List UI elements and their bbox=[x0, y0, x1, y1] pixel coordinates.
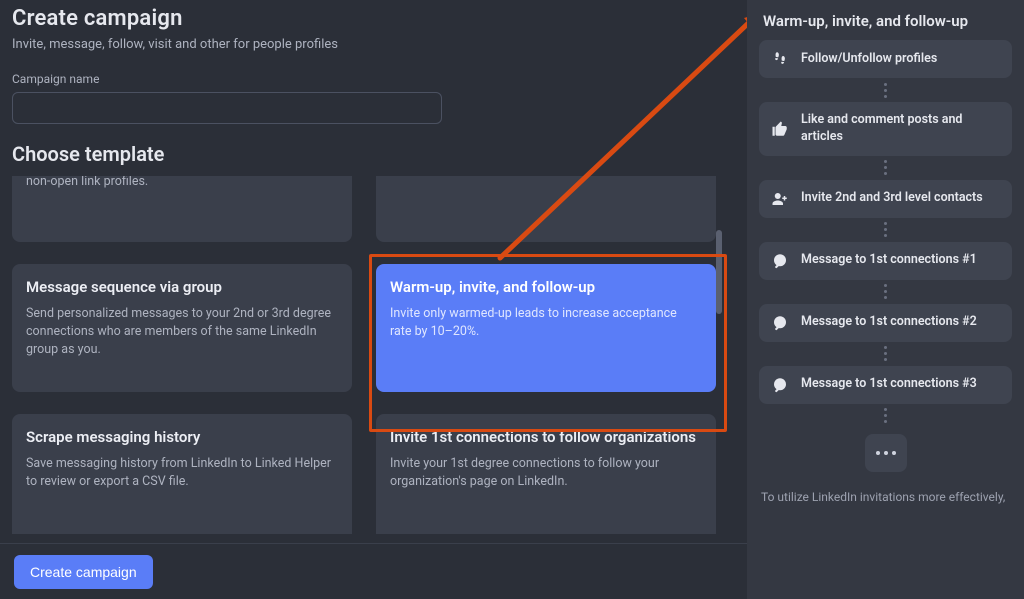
template-title: Invite 1st connections to follow organiz… bbox=[390, 428, 700, 447]
template-title: Warm-up, invite, and follow-up bbox=[390, 278, 700, 297]
workflow-step[interactable]: Invite 2nd and 3rd level contacts bbox=[759, 180, 1012, 218]
chat-icon bbox=[771, 252, 789, 270]
workflow-connector bbox=[759, 280, 1012, 304]
template-card-scrape-messaging-history[interactable]: Scrape messaging history Save messaging … bbox=[12, 414, 352, 534]
choose-template-heading: Choose template bbox=[0, 124, 747, 170]
preview-title: Warm-up, invite, and follow-up bbox=[759, 8, 1016, 40]
template-desc: Invite your 1st degree connections to fo… bbox=[390, 455, 700, 491]
workflow-step[interactable]: Like and comment posts and articles bbox=[759, 102, 1012, 156]
person-add-icon bbox=[771, 190, 789, 208]
workflow-connector bbox=[759, 218, 1012, 242]
workflow-step-label: Message to 1st connections #2 bbox=[801, 314, 977, 331]
templates-scrollbar[interactable] bbox=[716, 180, 722, 520]
campaign-name-input[interactable] bbox=[12, 92, 442, 124]
chat-icon bbox=[771, 376, 789, 394]
template-desc: Invite only warmed-up leads to increase … bbox=[390, 305, 700, 341]
scrollbar-thumb[interactable] bbox=[716, 230, 722, 314]
preview-note: To utilize LinkedIn invitations more eff… bbox=[759, 490, 1012, 504]
footer-bar: Create campaign bbox=[0, 543, 747, 599]
workflow-connector bbox=[759, 78, 1012, 102]
right-panel: Warm-up, invite, and follow-up Follow/Un… bbox=[747, 0, 1024, 599]
workflow-connector bbox=[759, 404, 1012, 428]
workflow-step[interactable]: Follow/Unfollow profiles bbox=[759, 40, 1012, 78]
template-desc: Send personalized messages to your 2nd o… bbox=[26, 305, 336, 359]
workflow-step[interactable]: Message to 1st connections #1 bbox=[759, 242, 1012, 280]
template-desc: Save messaging history from LinkedIn to … bbox=[26, 455, 336, 491]
page-title: Create campaign bbox=[12, 6, 735, 31]
workflow-step[interactable]: Message to 1st connections #3 bbox=[759, 366, 1012, 404]
left-panel: Create campaign Invite, message, follow,… bbox=[0, 0, 747, 599]
workflow-connector bbox=[759, 342, 1012, 366]
campaign-name-label: Campaign name bbox=[0, 72, 747, 86]
workflow-step-label: Like and comment posts and articles bbox=[801, 112, 1000, 146]
template-card[interactable]: page even to people outside your 1st deg… bbox=[376, 176, 716, 242]
template-card-message-sequence-via-group[interactable]: Message sequence via group Send personal… bbox=[12, 264, 352, 392]
template-card-warmup-invite-followup[interactable]: Warm-up, invite, and follow-up Invite on… bbox=[376, 264, 716, 392]
template-card[interactable]: degree network. Requires LinkedIn InMail… bbox=[12, 176, 352, 242]
templates-viewport: degree network. Requires LinkedIn InMail… bbox=[0, 176, 733, 534]
panel-header: Create campaign Invite, message, follow,… bbox=[0, 0, 747, 52]
create-campaign-button[interactable]: Create campaign bbox=[14, 555, 153, 589]
workflow-step[interactable]: Message to 1st connections #2 bbox=[759, 304, 1012, 342]
workflow-connector bbox=[759, 156, 1012, 180]
chat-icon bbox=[771, 314, 789, 332]
workflow-steps: Follow/Unfollow profiles Like and commen… bbox=[759, 40, 1016, 504]
workflow-step-label: Follow/Unfollow profiles bbox=[801, 51, 937, 68]
page-subtitle: Invite, message, follow, visit and other… bbox=[12, 37, 735, 52]
workflow-step-label: Invite 2nd and 3rd level contacts bbox=[801, 190, 983, 207]
more-steps-button[interactable] bbox=[865, 434, 907, 472]
template-title: Scrape messaging history bbox=[26, 428, 336, 447]
workflow-step-label: Message to 1st connections #3 bbox=[801, 376, 977, 393]
workflow-step-label: Message to 1st connections #1 bbox=[801, 252, 977, 269]
template-title: Message sequence via group bbox=[26, 278, 336, 297]
templates-grid: degree network. Requires LinkedIn InMail… bbox=[12, 176, 716, 534]
app-root: Create campaign Invite, message, follow,… bbox=[0, 0, 1024, 599]
footsteps-icon bbox=[771, 50, 789, 68]
template-desc: degree network. Requires LinkedIn InMail… bbox=[26, 176, 336, 191]
thumbs-up-icon bbox=[771, 120, 789, 138]
template-card-invite-1st-connections[interactable]: Invite 1st connections to follow organiz… bbox=[376, 414, 716, 534]
